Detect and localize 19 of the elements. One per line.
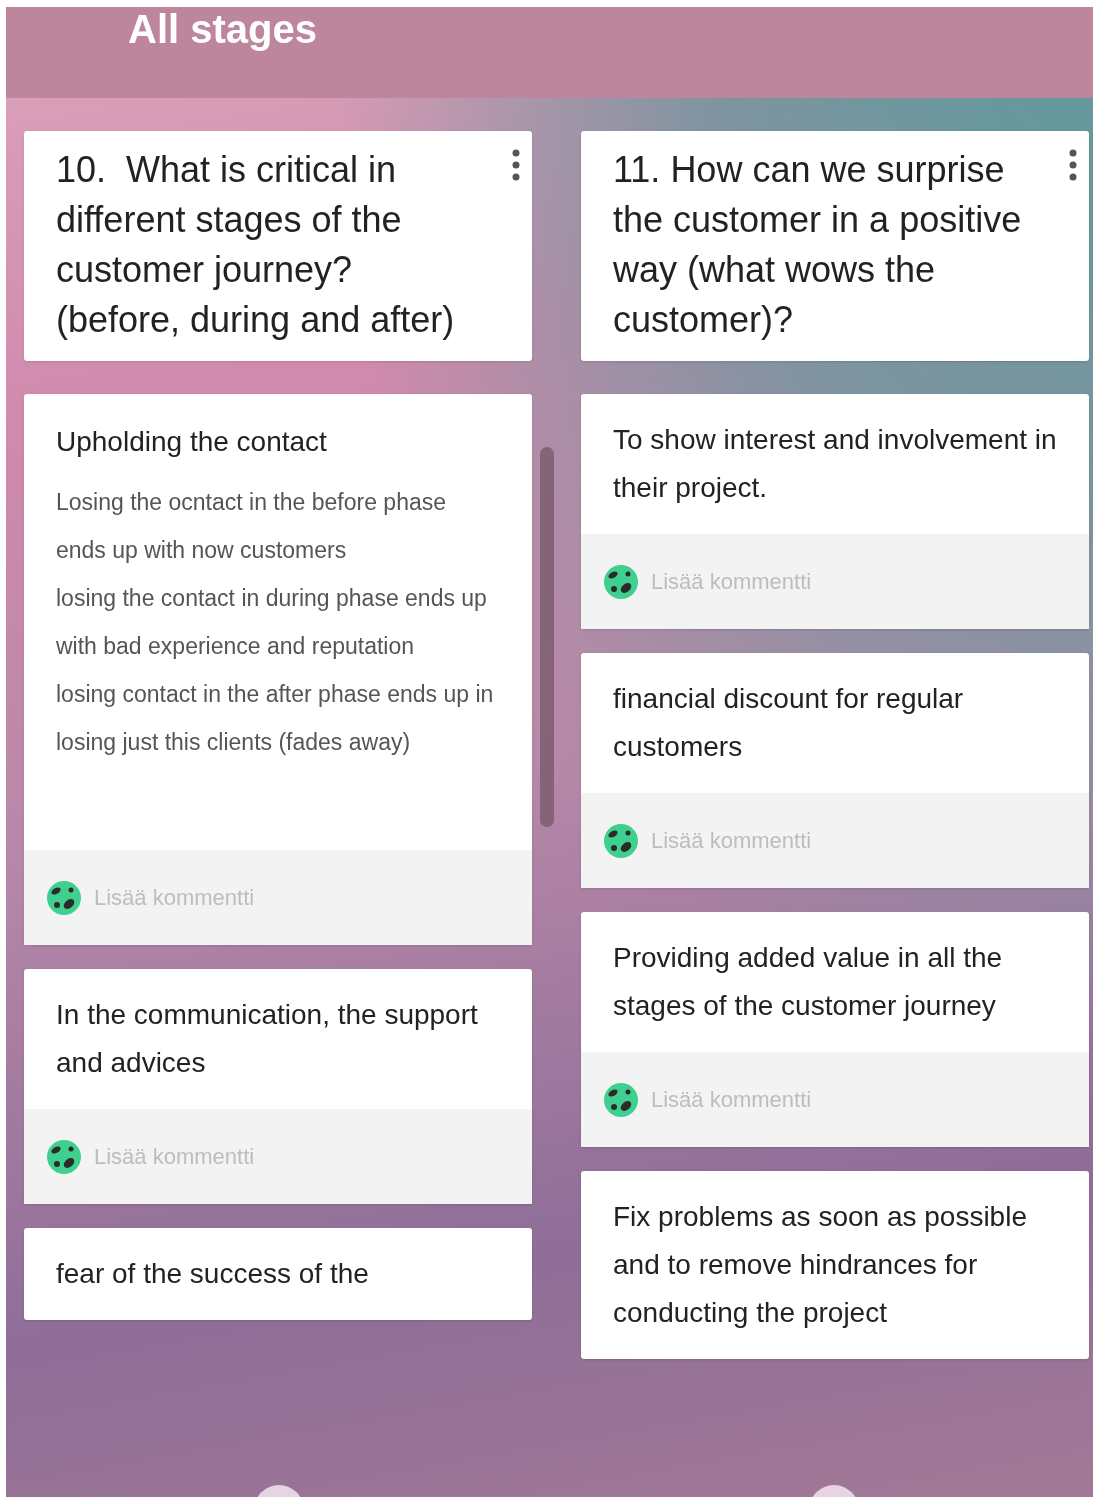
board-title: All stages	[128, 7, 318, 51]
post-subject: Upholding the contact	[56, 425, 328, 459]
avatar-icon	[604, 564, 638, 599]
avatar-icon	[604, 1082, 638, 1117]
more-icon[interactable]	[512, 149, 520, 181]
post-subject: Providing added value in all the stages of the customer journey	[613, 941, 1004, 1023]
avatar-icon	[47, 880, 81, 915]
avatar-icon	[604, 823, 638, 858]
column-title: 11. How can we surprise the customer in a positive way (what wows the customer)?	[613, 148, 1023, 342]
post-subject: fear of the success of the	[56, 1257, 370, 1291]
post-subject: Fix problems as soon as possible and to remove hindrances for conducting the project	[613, 1200, 1028, 1330]
post-subject: In the communication, the support and advices	[56, 998, 479, 1080]
avatar-icon	[47, 1139, 81, 1174]
scrollbar[interactable]	[540, 447, 554, 827]
post-subject: financial discount for regular customers	[613, 682, 965, 764]
post-subject: To show interest and involvement in their project.	[613, 423, 1057, 505]
column-title: 10. What is critical in different stages of the customer journey? (before, during and after)	[56, 148, 456, 342]
post-text: losing contact in the after phase ends up in losing just this clients (fades away)	[56, 680, 495, 757]
more-icon[interactable]	[1069, 149, 1077, 181]
